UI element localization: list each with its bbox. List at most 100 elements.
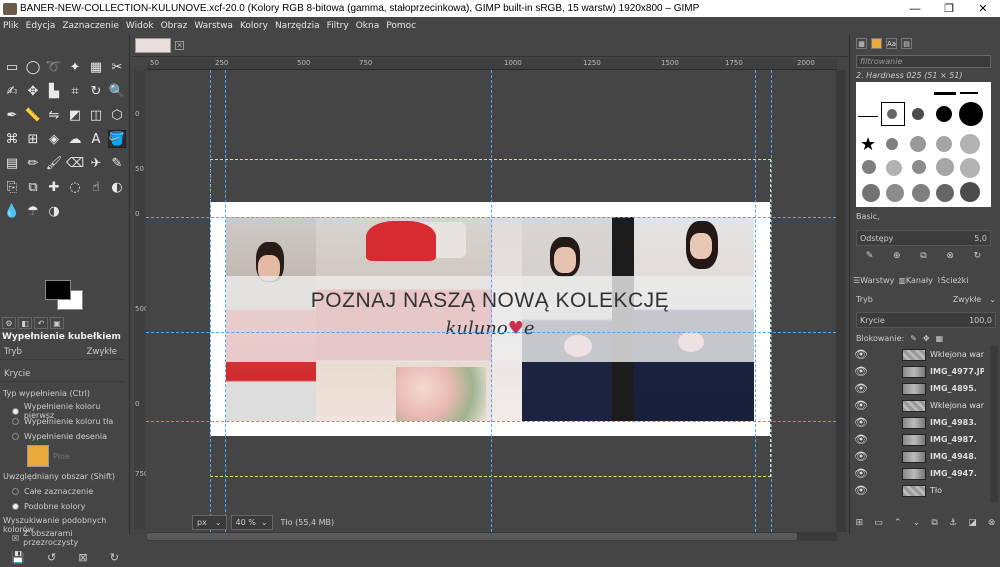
menu-plik[interactable]: Plik bbox=[3, 21, 19, 31]
lock-alpha-icon[interactable]: ▦ bbox=[936, 334, 944, 343]
reset-options-icon[interactable]: ↻ bbox=[110, 551, 119, 564]
layer-row[interactable]: 👁 Wklejona war bbox=[852, 346, 988, 363]
brush-item[interactable] bbox=[886, 138, 898, 150]
brush-item[interactable] bbox=[936, 158, 954, 176]
pencil-icon[interactable]: ✏ bbox=[24, 154, 42, 172]
delete-options-icon[interactable]: ⊠ bbox=[78, 551, 87, 564]
menu-warstwa[interactable]: Warstwa bbox=[194, 21, 233, 31]
edit-brush-icon[interactable]: ✎ bbox=[866, 251, 874, 265]
scrollbar-thumb[interactable] bbox=[147, 533, 797, 540]
mode-row[interactable]: Tryb Zwykłe bbox=[0, 344, 125, 360]
brush-item[interactable] bbox=[862, 184, 880, 202]
layers-scrollbar[interactable] bbox=[990, 346, 998, 502]
brush-item[interactable] bbox=[862, 160, 876, 174]
shear-icon[interactable]: ◩ bbox=[66, 106, 84, 124]
bucket-fill-icon[interactable]: 🪣 bbox=[108, 130, 126, 148]
perspective-clone-icon[interactable]: ⧉ bbox=[24, 178, 42, 196]
rect-select-icon[interactable]: ▭ bbox=[3, 58, 21, 76]
new-brush-icon[interactable]: ⊕ bbox=[893, 251, 901, 265]
handle-transform-icon[interactable]: ◈ bbox=[45, 130, 63, 148]
close-image-icon[interactable]: ✕ bbox=[175, 41, 184, 50]
anchor-layer-icon[interactable]: ⚓ bbox=[949, 518, 957, 528]
brush-item[interactable] bbox=[960, 134, 980, 154]
pattern-selector[interactable]: Pine bbox=[3, 445, 70, 467]
flip-icon[interactable]: ⇋ bbox=[45, 106, 63, 124]
blur-icon[interactable]: ◌ bbox=[66, 178, 84, 196]
brush-item[interactable] bbox=[936, 136, 952, 152]
visibility-eye-icon[interactable]: 👁 bbox=[852, 467, 870, 480]
paintbrush-icon[interactable]: 🖌 bbox=[45, 154, 63, 172]
brush-item[interactable] bbox=[960, 182, 980, 202]
menu-okna[interactable]: Okna bbox=[356, 21, 380, 31]
lock-position-icon[interactable]: ✥ bbox=[923, 334, 930, 343]
visibility-eye-icon[interactable]: 👁 bbox=[852, 348, 870, 361]
visibility-eye-icon[interactable]: 👁 bbox=[852, 450, 870, 463]
crop-icon[interactable]: ⌗ bbox=[66, 82, 84, 100]
opacity-row[interactable]: Krycie bbox=[0, 366, 125, 382]
device-status-tab-icon[interactable]: ◧ bbox=[18, 317, 32, 329]
lock-pixels-icon[interactable]: ✎ bbox=[910, 334, 917, 343]
visibility-eye-icon[interactable]: 👁 bbox=[852, 433, 870, 446]
layer-row[interactable]: 👁 IMG_4987. bbox=[852, 431, 988, 448]
lasso-icon[interactable]: ➰ bbox=[45, 58, 63, 76]
ellipse-select-icon[interactable]: ◯ bbox=[24, 58, 42, 76]
mask-layer-icon[interactable]: ◪ bbox=[968, 518, 977, 528]
visibility-eye-icon[interactable]: 👁 bbox=[852, 484, 870, 497]
brush-item[interactable] bbox=[960, 92, 978, 94]
text-icon[interactable]: A bbox=[87, 130, 105, 148]
duplicate-brush-icon[interactable]: ⧉ bbox=[920, 251, 926, 265]
menu-widok[interactable]: Widok bbox=[126, 21, 154, 31]
move-icon[interactable]: ✥ bbox=[24, 82, 42, 100]
layer-row[interactable]: 👁 Wklejona war bbox=[852, 397, 988, 414]
gradients-tab-icon[interactable]: ▤ bbox=[901, 38, 912, 49]
guide-horizontal[interactable] bbox=[146, 217, 836, 218]
unified-transform-icon[interactable]: ⊞ bbox=[24, 130, 42, 148]
spacing-slider[interactable]: Odstępy 5,0 bbox=[856, 230, 991, 246]
fonts-tab-icon[interactable]: Aa bbox=[886, 38, 897, 49]
brush-item[interactable] bbox=[959, 102, 983, 126]
guide-vertical[interactable] bbox=[225, 70, 226, 532]
image-tab-thumbnail[interactable] bbox=[135, 38, 171, 53]
minimize-button[interactable]: — bbox=[898, 0, 932, 17]
brush-item[interactable] bbox=[934, 92, 956, 95]
brush-grid[interactable]: ★ bbox=[856, 82, 991, 207]
clone-icon[interactable]: ⎘ bbox=[3, 178, 21, 196]
layers-list[interactable]: 👁 Wklejona war 👁 IMG_4977.JP 👁 IMG_4895. 👁 Wkle… bbox=[852, 346, 988, 502]
delete-brush-icon[interactable]: ⊗ bbox=[946, 251, 954, 265]
rotate-icon[interactable]: ↻ bbox=[87, 82, 105, 100]
perspective-icon[interactable]: ◫ bbox=[87, 106, 105, 124]
foreground-select-icon[interactable]: ✍ bbox=[3, 82, 21, 100]
guide-vertical[interactable] bbox=[210, 70, 211, 532]
area-similar-option[interactable]: Podobne kolory bbox=[3, 502, 85, 511]
gradient-icon[interactable]: ▤ bbox=[3, 154, 21, 172]
menu-obraz[interactable]: Obraz bbox=[161, 21, 188, 31]
brush-item[interactable] bbox=[960, 158, 980, 178]
layer-row[interactable]: 👁 IMG_4895. bbox=[852, 380, 988, 397]
dodge-icon[interactable]: ◐ bbox=[108, 178, 126, 196]
visibility-eye-icon[interactable]: 👁 bbox=[852, 399, 870, 412]
unit-select[interactable]: px ⌄ bbox=[192, 514, 227, 530]
visibility-eye-icon[interactable]: 👁 bbox=[852, 416, 870, 429]
airbrush-icon[interactable]: ✈ bbox=[87, 154, 105, 172]
maximize-button[interactable]: ❐ bbox=[932, 0, 966, 17]
brushes-tab-icon[interactable]: ▦ bbox=[856, 38, 867, 49]
cage-icon[interactable]: ⬡ bbox=[108, 106, 126, 124]
brush-item[interactable] bbox=[912, 184, 930, 202]
new-group-icon[interactable]: ▭ bbox=[874, 518, 883, 528]
sample-merged-checkbox[interactable]: ☒ Z obszarami przezroczysty bbox=[3, 529, 129, 547]
brush-item[interactable] bbox=[912, 108, 924, 120]
area-selection-option[interactable]: Całe zaznaczenie bbox=[3, 487, 93, 496]
foreground-color-swatch[interactable] bbox=[45, 280, 71, 300]
menu-edycja[interactable]: Edycja bbox=[26, 21, 56, 31]
visibility-eye-icon[interactable]: 👁 bbox=[852, 382, 870, 395]
smudge-warp-icon[interactable]: ☁ bbox=[66, 130, 84, 148]
tab-channels[interactable]: ▥ Kanały bbox=[898, 276, 933, 285]
close-button[interactable]: ✕ bbox=[966, 0, 1000, 17]
delete-layer-icon[interactable]: ⊗ bbox=[988, 518, 996, 528]
layer-row[interactable]: 👁 IMG_4948. bbox=[852, 448, 988, 465]
brush-item[interactable] bbox=[887, 109, 897, 119]
brush-item[interactable] bbox=[936, 184, 954, 202]
ink-icon[interactable]: ✎ bbox=[108, 154, 126, 172]
refresh-brushes-icon[interactable]: ↻ bbox=[974, 251, 982, 265]
new-layer-icon[interactable]: ⊞ bbox=[856, 518, 864, 528]
